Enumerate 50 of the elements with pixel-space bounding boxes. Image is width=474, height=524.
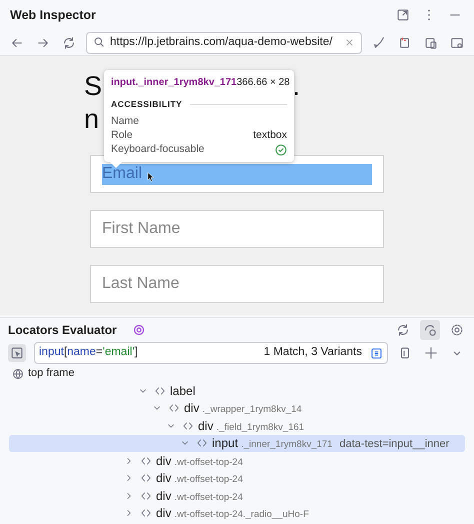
variants-icon[interactable] bbox=[370, 346, 383, 360]
tag-icon bbox=[139, 507, 153, 520]
tree-row[interactable]: div .wt-offset-top-24 bbox=[0, 452, 474, 470]
url-field[interactable]: https://lp.jetbrains.com/aqua-demo-website/ bbox=[86, 32, 362, 54]
tag-icon bbox=[139, 490, 153, 502]
heading-text: S bbox=[84, 70, 102, 103]
element-selector: input._inner_1rym8kv_171 bbox=[111, 76, 237, 90]
tag-icon bbox=[167, 402, 181, 414]
globe-icon bbox=[12, 368, 24, 380]
property-value: textbox bbox=[253, 128, 287, 143]
panel-title: Locators Evaluator bbox=[8, 322, 117, 338]
tree-row[interactable]: div ._wrapper_1rym8kv_14 bbox=[0, 400, 474, 417]
devices-icon[interactable] bbox=[424, 36, 438, 50]
tree-row[interactable]: input ._inner_1rym8kv_171 data-test=input__inner bbox=[9, 434, 465, 452]
tree-row[interactable]: div ._field_1rym8kv_161 bbox=[0, 417, 474, 434]
settings-icon[interactable] bbox=[450, 322, 464, 336]
section-heading: ACCESSIBILITY bbox=[111, 98, 182, 111]
cursor-icon bbox=[146, 171, 156, 183]
heading-text: . bbox=[292, 70, 300, 103]
add-icon[interactable] bbox=[424, 346, 438, 360]
tag-icon bbox=[139, 472, 153, 484]
tree-row[interactable]: div .wt-offset-top-24 bbox=[0, 470, 474, 487]
sync-icon[interactable] bbox=[396, 322, 410, 336]
pick-element-icon[interactable] bbox=[10, 346, 24, 360]
tag-icon bbox=[139, 454, 153, 467]
history-icon[interactable] bbox=[423, 322, 437, 336]
clear-icon[interactable] bbox=[344, 37, 355, 48]
input-field[interactable]: First Name bbox=[90, 210, 384, 248]
element-size: 366.66 × 28 bbox=[236, 76, 290, 90]
search-icon bbox=[93, 36, 106, 49]
property-label: Role bbox=[111, 128, 133, 143]
property-label: Name bbox=[111, 114, 140, 129]
pop-out-icon[interactable] bbox=[396, 8, 410, 22]
frame-label: top frame bbox=[28, 366, 74, 382]
property-label: Keyboard-focusable bbox=[111, 142, 204, 157]
page-icon[interactable] bbox=[398, 36, 412, 50]
reload-icon[interactable] bbox=[62, 36, 76, 50]
tag-icon bbox=[153, 384, 167, 397]
tree-row[interactable]: div .wt-offset-top-24 bbox=[0, 487, 474, 504]
locator-field[interactable]: input[name='email'] 1 Match, 3 Variants bbox=[34, 342, 388, 364]
window-title: Web Inspector bbox=[10, 6, 96, 24]
tag-icon bbox=[195, 437, 209, 450]
tag-icon bbox=[181, 420, 195, 432]
tree-row[interactable]: div .wt-offset-top-24._radio__uHo-F bbox=[0, 504, 474, 522]
heading-text: n bbox=[84, 103, 100, 136]
window-settings-icon[interactable] bbox=[450, 36, 464, 50]
tree-row[interactable]: label bbox=[0, 382, 474, 400]
spiral-icon bbox=[132, 324, 145, 336]
input-field[interactable]: Last Name bbox=[90, 265, 384, 303]
copy-icon[interactable] bbox=[398, 346, 412, 360]
